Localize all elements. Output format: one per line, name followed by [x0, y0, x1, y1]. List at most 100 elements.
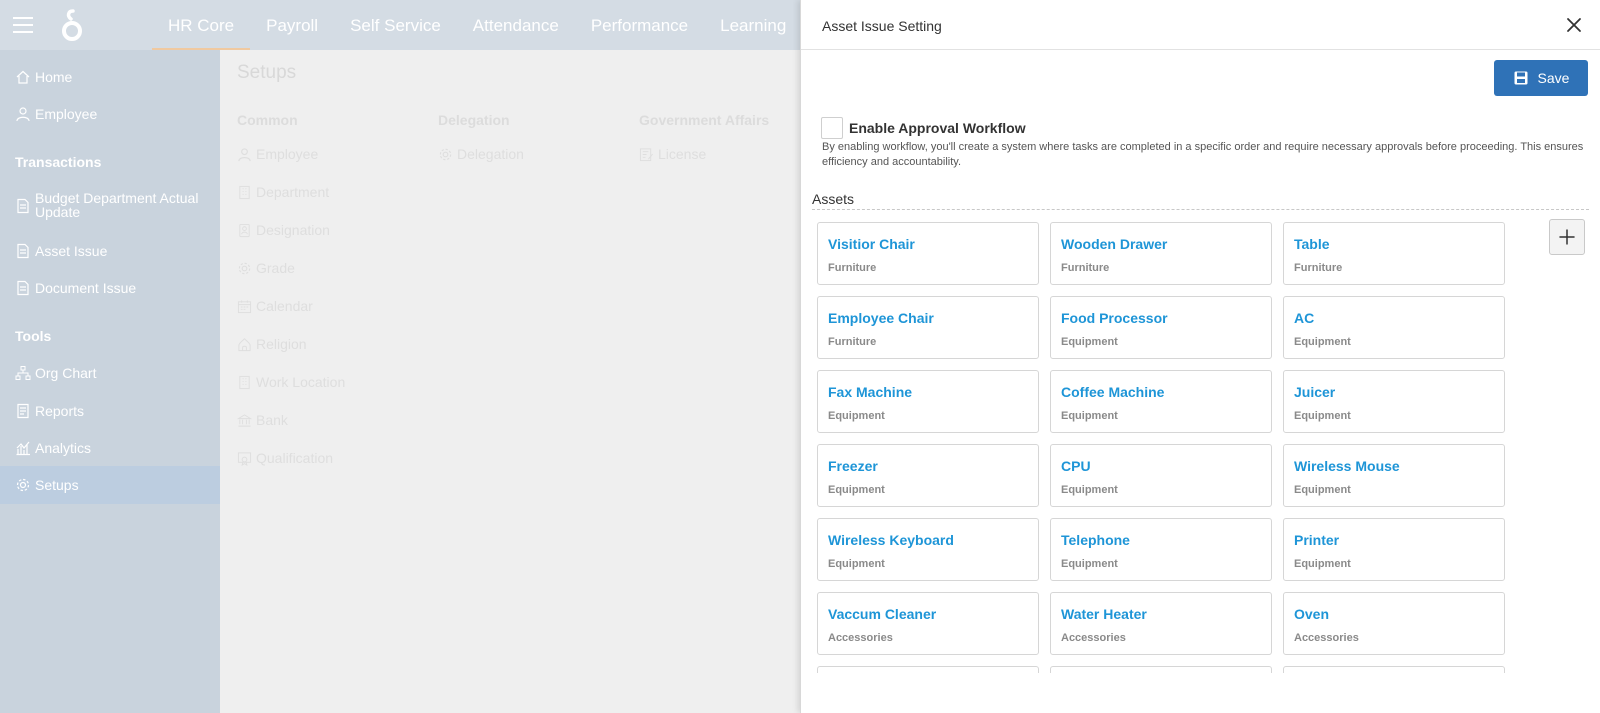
sidebar-item-document-issue[interactable]: Document Issue	[0, 269, 220, 307]
gear-icon	[439, 148, 452, 160]
setup-link-label: Calendar	[256, 298, 313, 314]
assets-grid-scroll-area[interactable]: Visitior Chair Furniture Wooden Drawer Furn…	[817, 222, 1507, 673]
enable-approval-workflow-checkbox[interactable]	[821, 117, 843, 139]
sidebar-item-org-chart[interactable]: Org Chart	[0, 354, 220, 392]
setup-link-department[interactable]: Department	[237, 184, 329, 200]
asset-name[interactable]: Wireless Keyboard	[828, 532, 1038, 548]
sidebar-heading-tools: Tools	[15, 328, 52, 344]
asset-name[interactable]: Table	[1294, 236, 1504, 252]
asset-card[interactable]: Water Heater Accessories	[1050, 592, 1272, 655]
setup-link-license[interactable]: License	[639, 146, 706, 162]
asset-card[interactable]: Coffee Machine Equipment	[1050, 370, 1272, 433]
sidebar-item-label: Document Issue	[35, 280, 137, 296]
user-icon	[16, 107, 30, 122]
asset-card[interactable]: Wireless Mouse Equipment	[1283, 444, 1505, 507]
asset-name[interactable]: Wireless Mouse	[1294, 458, 1504, 474]
asset-card[interactable]: Table Furniture	[1283, 222, 1505, 285]
setup-link-grade[interactable]: Grade	[237, 260, 295, 276]
setup-link-designation[interactable]: Designation	[237, 222, 330, 238]
asset-card[interactable]: Visitior Chair Furniture	[817, 222, 1039, 285]
asset-name[interactable]: Telephone	[1061, 532, 1271, 548]
asset-name[interactable]: Oven	[1294, 606, 1504, 622]
setup-link-label: Religion	[256, 336, 307, 352]
sidebar-item-budget-update[interactable]: Budget Department Actual Update	[0, 187, 220, 225]
nav-payroll[interactable]: Payroll	[250, 0, 334, 50]
setup-link-qualification[interactable]: Qualification	[237, 450, 333, 466]
sidebar-item-reports[interactable]: Reports	[0, 392, 220, 430]
analytics-icon	[16, 441, 30, 456]
asset-card-partial[interactable]	[1283, 666, 1505, 673]
asset-card[interactable]: CPU Equipment	[1050, 444, 1272, 507]
nav-learning[interactable]: Learning	[704, 0, 802, 50]
nav-self-service[interactable]: Self Service	[334, 0, 457, 50]
add-asset-button[interactable]	[1549, 219, 1585, 255]
page-title: Setups	[237, 62, 297, 83]
panel-title: Asset Issue Setting	[822, 18, 942, 34]
asset-category: Equipment	[1061, 336, 1118, 348]
app-logo	[62, 9, 82, 41]
setup-link-bank[interactable]: Bank	[237, 412, 288, 428]
nav-attendance[interactable]: Attendance	[457, 0, 575, 50]
asset-name[interactable]: Food Processor	[1061, 310, 1271, 326]
save-button[interactable]: Save	[1494, 60, 1588, 96]
asset-category: Equipment	[1294, 484, 1351, 496]
sidebar-item-label: Asset Issue	[35, 243, 108, 259]
section-heading-government-affairs: Government Affairs	[639, 112, 770, 128]
home-icon	[16, 70, 30, 84]
asset-name[interactable]: CPU	[1061, 458, 1271, 474]
gear-icon	[16, 478, 30, 492]
sidebar-item-home[interactable]: Home	[0, 58, 220, 96]
asset-card[interactable]: Oven Accessories	[1283, 592, 1505, 655]
asset-name[interactable]: Coffee Machine	[1061, 384, 1271, 400]
asset-category: Furniture	[1294, 262, 1343, 274]
asset-card[interactable]: Wireless Keyboard Equipment	[817, 518, 1039, 581]
setup-link-delegation[interactable]: Delegation	[438, 146, 524, 162]
sidebar: Home Employee Transactions Budget Depart…	[0, 50, 220, 713]
asset-card[interactable]: Wooden Drawer Furniture	[1050, 222, 1272, 285]
sidebar-item-label: Setups	[35, 477, 79, 493]
sidebar-item-analytics[interactable]: Analytics	[0, 429, 220, 467]
sidebar-item-setups[interactable]: Setups	[0, 466, 220, 504]
report-icon	[17, 403, 29, 419]
enable-approval-workflow-label[interactable]: Enable Approval Workflow	[849, 120, 1026, 136]
close-icon[interactable]	[1564, 15, 1584, 35]
asset-name[interactable]: Employee Chair	[828, 310, 1038, 326]
sidebar-item-employee[interactable]: Employee	[0, 95, 220, 133]
asset-card-partial[interactable]	[817, 666, 1039, 673]
setup-link-calendar[interactable]: Calendar	[237, 298, 313, 314]
asset-card[interactable]: AC Equipment	[1283, 296, 1505, 359]
assets-divider	[812, 209, 1589, 210]
asset-card[interactable]: Fax Machine Equipment	[817, 370, 1039, 433]
hamburger-menu-icon[interactable]	[13, 17, 33, 33]
building-icon	[239, 375, 250, 389]
asset-category: Furniture	[1061, 262, 1110, 274]
asset-name[interactable]: Water Heater	[1061, 606, 1271, 622]
asset-name[interactable]: Vaccum Cleaner	[828, 606, 1038, 622]
setup-link-employee[interactable]: Employee	[237, 146, 318, 162]
sidebar-item-label: Budget Department Actual	[35, 190, 199, 206]
sidebar-item-asset-issue[interactable]: Asset Issue	[0, 232, 220, 270]
asset-card[interactable]: Freezer Equipment	[817, 444, 1039, 507]
setup-link-work-location[interactable]: Work Location	[237, 374, 345, 390]
asset-card[interactable]: Vaccum Cleaner Accessories	[817, 592, 1039, 655]
asset-card[interactable]: Printer Equipment	[1283, 518, 1505, 581]
asset-card[interactable]: Food Processor Equipment	[1050, 296, 1272, 359]
asset-name[interactable]: AC	[1294, 310, 1504, 326]
document-icon	[17, 280, 29, 296]
asset-card-partial[interactable]	[1050, 666, 1272, 673]
setup-link-religion[interactable]: Religion	[237, 336, 307, 352]
nav-hr-core[interactable]: HR Core	[152, 0, 251, 50]
asset-name[interactable]: Freezer	[828, 458, 1038, 474]
asset-name[interactable]: Fax Machine	[828, 384, 1038, 400]
asset-card[interactable]: Juicer Equipment	[1283, 370, 1505, 433]
asset-card[interactable]: Employee Chair Furniture	[817, 296, 1039, 359]
asset-name[interactable]: Wooden Drawer	[1061, 236, 1271, 252]
asset-card[interactable]: Telephone Equipment	[1050, 518, 1272, 581]
plus-icon	[1559, 229, 1575, 245]
workflow-description: By enabling workflow, you'll create a sy…	[822, 141, 1584, 168]
asset-name[interactable]: Visitior Chair	[828, 236, 1038, 252]
assets-grid: Visitior Chair Furniture Wooden Drawer Furn…	[817, 222, 1507, 673]
asset-name[interactable]: Juicer	[1294, 384, 1504, 400]
nav-performance[interactable]: Performance	[575, 0, 704, 50]
asset-name[interactable]: Printer	[1294, 532, 1504, 548]
